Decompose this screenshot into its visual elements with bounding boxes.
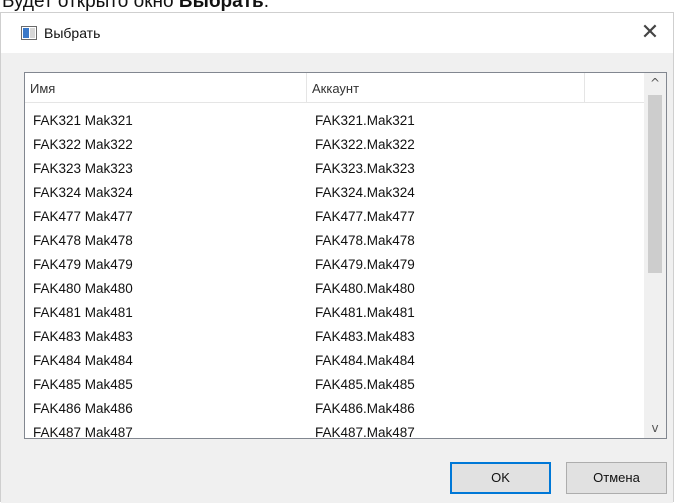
chevron-down-icon: v — [651, 421, 659, 435]
list-item-name: FAK322 Mak322 — [33, 137, 133, 152]
list-item[interactable]: FAK321 Mak321 FAK321.Mak321 — [25, 109, 639, 133]
list-header: Имя Аккаунт — [25, 73, 645, 103]
list-item-account: FAK484.Mak484 — [315, 353, 415, 368]
list-item-name: FAK485 Mak485 — [33, 377, 133, 392]
document-bold-text: Выбрать — [178, 0, 264, 12]
dialog-title: Выбрать — [44, 25, 101, 41]
list-item-name: FAK478 Mak478 — [33, 233, 133, 248]
list-item-account: FAK323.Mak323 — [315, 161, 415, 176]
document-text-suffix: . — [263, 0, 269, 12]
list-item-account: FAK487.Mak487 — [315, 425, 415, 439]
list-item-name: FAK487 Mak487 — [33, 425, 133, 439]
column-header-filler — [585, 73, 645, 103]
list-item-name: FAK483 Mak483 — [33, 329, 133, 344]
ok-button[interactable]: OK — [450, 462, 551, 494]
close-button[interactable]: ✕ — [633, 17, 667, 49]
users-list[interactable]: Имя Аккаунт FAK321 Mak321 FAK321.Mak321 FA… — [24, 72, 667, 439]
list-item[interactable]: FAK483 Mak483 FAK483.Mak483 — [25, 325, 639, 349]
list-item-account: FAK477.Mak477 — [315, 209, 415, 224]
list-item[interactable]: FAK479 Mak479 FAK479.Mak479 — [25, 253, 639, 277]
list-item[interactable]: FAK478 Mak478 FAK478.Mak478 — [25, 229, 639, 253]
list-item-account: FAK479.Mak479 — [315, 257, 415, 272]
list-item[interactable]: FAK481 Mak481 FAK481.Mak481 — [25, 301, 639, 325]
list-item-account: FAK481.Mak481 — [315, 305, 415, 320]
scroll-up-button[interactable]: ^ — [644, 73, 666, 93]
list-item-account: FAK324.Mak324 — [315, 185, 415, 200]
list-item-account: FAK486.Mak486 — [315, 401, 415, 416]
list-rows: FAK321 Mak321 FAK321.Mak321 FAK322 Mak322 F… — [25, 109, 639, 439]
list-item-account: FAK485.Mak485 — [315, 377, 415, 392]
list-item-name: FAK479 Mak479 — [33, 257, 133, 272]
window-app-icon — [21, 26, 37, 40]
close-icon: ✕ — [640, 20, 660, 45]
list-item-name: FAK324 Mak324 — [33, 185, 133, 200]
list-item[interactable]: FAK485 Mak485 FAK485.Mak485 — [25, 373, 639, 397]
list-item-account: FAK321.Mak321 — [315, 113, 415, 128]
list-item-name: FAK321 Mak321 — [33, 113, 133, 128]
cancel-button[interactable]: Отмена — [566, 462, 667, 494]
list-item-account: FAK483.Mak483 — [315, 329, 415, 344]
list-item-name: FAK323 Mak323 — [33, 161, 133, 176]
list-item-name: FAK477 Mak477 — [33, 209, 133, 224]
list-item[interactable]: FAK484 Mak484 FAK484.Mak484 — [25, 349, 639, 373]
list-item[interactable]: FAK487 Mak487 FAK487.Mak487 — [25, 421, 639, 439]
document-text: Будет открыто окно — [2, 0, 179, 12]
list-item-account: FAK480.Mak480 — [315, 281, 415, 296]
dialog-titlebar[interactable]: Выбрать ✕ — [1, 13, 673, 53]
list-item-name: FAK484 Mak484 — [33, 353, 133, 368]
list-item-name: FAK481 Mak481 — [33, 305, 133, 320]
list-item[interactable]: FAK324 Mak324 FAK324.Mak324 — [25, 181, 639, 205]
scroll-thumb[interactable] — [648, 95, 662, 273]
list-item[interactable]: FAK480 Mak480 FAK480.Mak480 — [25, 277, 639, 301]
list-item[interactable]: FAK486 Mak486 FAK486.Mak486 — [25, 397, 639, 421]
scroll-down-button[interactable]: v — [644, 418, 666, 438]
chevron-up-icon: ^ — [649, 76, 661, 90]
column-header-name[interactable]: Имя — [25, 73, 307, 103]
dialog-body: Имя Аккаунт FAK321 Mak321 FAK321.Mak321 FA… — [1, 53, 673, 503]
list-item[interactable]: FAK322 Mak322 FAK322.Mak322 — [25, 133, 639, 157]
list-item[interactable]: FAK477 Mak477 FAK477.Mak477 — [25, 205, 639, 229]
select-dialog: Выбрать ✕ Имя Аккаунт FAK321 Mak321 FAK32… — [0, 12, 674, 503]
list-item-name: FAK486 Mak486 — [33, 401, 133, 416]
list-item-name: FAK480 Mak480 — [33, 281, 133, 296]
list-item[interactable]: FAK323 Mak323 FAK323.Mak323 — [25, 157, 639, 181]
list-item-account: FAK478.Mak478 — [315, 233, 415, 248]
list-item-account: FAK322.Mak322 — [315, 137, 415, 152]
column-header-account[interactable]: Аккаунт — [307, 73, 585, 103]
vertical-scrollbar[interactable]: ^ v — [644, 73, 666, 438]
